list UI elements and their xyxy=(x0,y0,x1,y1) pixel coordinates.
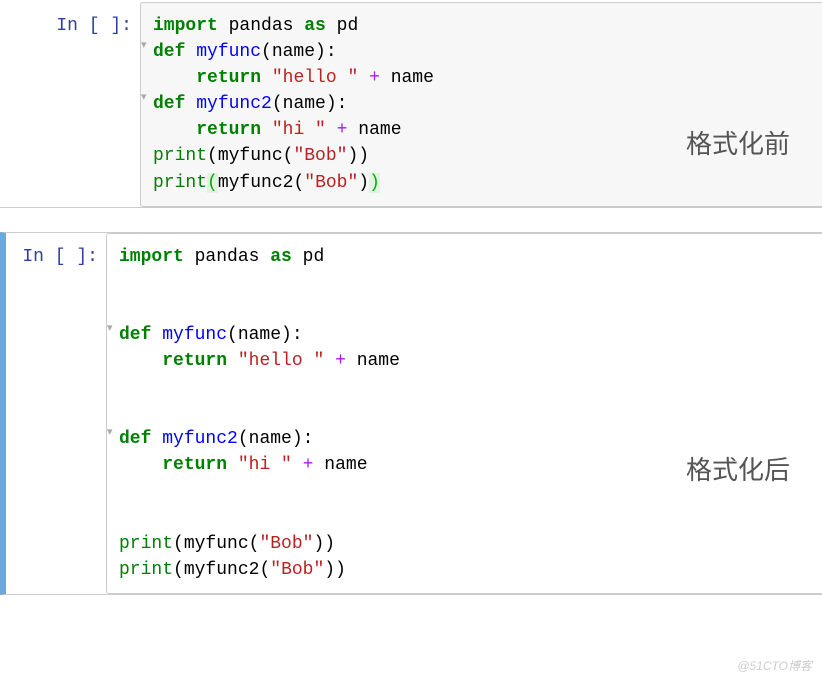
blank-line[interactable] xyxy=(119,374,810,400)
string-literal: "hi " xyxy=(272,120,326,140)
keyword: import xyxy=(153,16,218,36)
code-line[interactable]: ▾def myfunc(name): xyxy=(153,39,810,65)
paren: ) xyxy=(347,146,358,166)
keyword: as xyxy=(304,16,326,36)
variable: name xyxy=(358,120,401,140)
blank-line[interactable] xyxy=(119,296,810,322)
paren: ) xyxy=(324,534,335,554)
code-line[interactable]: print(myfunc("Bob")) xyxy=(119,531,810,557)
function-call: myfunc2 xyxy=(218,173,294,193)
keyword: as xyxy=(270,247,292,267)
params: (name): xyxy=(238,429,314,449)
string-literal: "Bob" xyxy=(259,534,313,554)
paren: ( xyxy=(283,146,294,166)
string-literal: "Bob" xyxy=(304,173,358,193)
code-line[interactable]: ▾def myfunc2(name): xyxy=(153,91,810,117)
operator: + xyxy=(303,455,314,475)
code-editor[interactable]: import pandas as pd ▾def myfunc(name): r… xyxy=(140,2,822,207)
keyword: def xyxy=(153,42,185,62)
paren: ) xyxy=(335,560,346,580)
alias: pd xyxy=(303,247,325,267)
keyword: def xyxy=(119,325,151,345)
paren: ( xyxy=(207,146,218,166)
variable: name xyxy=(324,455,367,475)
paren: ( xyxy=(173,560,184,580)
builtin: print xyxy=(119,534,173,554)
paren: ) xyxy=(358,173,369,193)
code-line[interactable]: return "hello " + name xyxy=(119,348,810,374)
code-line[interactable]: ▾def myfunc2(name): xyxy=(119,426,810,452)
function-name: myfunc2 xyxy=(196,94,272,114)
operator: + xyxy=(369,68,380,88)
variable: name xyxy=(391,68,434,88)
string-literal: "Bob" xyxy=(270,560,324,580)
paren: ) xyxy=(324,560,335,580)
label-after: 格式化后 xyxy=(686,450,790,487)
builtin: print xyxy=(153,146,207,166)
fold-arrow-icon[interactable]: ▾ xyxy=(141,39,147,55)
params: (name): xyxy=(272,94,348,114)
keyword: return xyxy=(162,351,227,371)
paren-match: ) xyxy=(369,173,380,193)
paren: ( xyxy=(173,534,184,554)
params: (name): xyxy=(261,42,337,62)
variable: name xyxy=(357,351,400,371)
code-cell-after: In [ ]: import pandas as pd ▾def myfunc(… xyxy=(0,232,822,595)
keyword: return xyxy=(162,455,227,475)
function-name: myfunc xyxy=(196,42,261,62)
code-cell-before: In [ ]: import pandas as pd ▾def myfunc(… xyxy=(0,2,822,208)
keyword: def xyxy=(119,429,151,449)
string-literal: "hello " xyxy=(238,351,324,371)
paren: ( xyxy=(249,534,260,554)
params: (name): xyxy=(227,325,303,345)
paren: ( xyxy=(293,173,304,193)
alias: pd xyxy=(337,16,359,36)
function-call: myfunc xyxy=(184,534,249,554)
builtin: print xyxy=(119,560,173,580)
module-name: pandas xyxy=(229,16,294,36)
prompt-text: In [ ]: xyxy=(56,16,132,36)
prompt-text: In [ ]: xyxy=(22,247,98,267)
code-line[interactable]: import pandas as pd xyxy=(153,13,810,39)
function-name: myfunc2 xyxy=(162,429,238,449)
function-name: myfunc xyxy=(162,325,227,345)
paren: ) xyxy=(313,534,324,554)
module-name: pandas xyxy=(195,247,260,267)
paren-match: ( xyxy=(207,173,218,193)
fold-arrow-icon[interactable]: ▾ xyxy=(141,91,147,107)
operator: + xyxy=(335,351,346,371)
blank-line[interactable] xyxy=(119,270,810,296)
string-literal: "hello " xyxy=(272,68,358,88)
input-prompt: In [ ]: xyxy=(0,2,140,207)
code-line[interactable]: ▾def myfunc(name): xyxy=(119,322,810,348)
string-literal: "hi " xyxy=(238,455,292,475)
operator: + xyxy=(337,120,348,140)
code-line[interactable]: print(myfunc2("Bob")) xyxy=(153,170,810,196)
builtin: print xyxy=(153,173,207,193)
watermark: @51CTO博客 xyxy=(737,657,812,674)
code-editor[interactable]: import pandas as pd ▾def myfunc(name): r… xyxy=(106,233,822,594)
keyword: return xyxy=(196,68,261,88)
paren: ( xyxy=(259,560,270,580)
keyword: return xyxy=(196,120,261,140)
label-before: 格式化前 xyxy=(686,124,790,161)
fold-arrow-icon[interactable]: ▾ xyxy=(107,322,113,338)
code-line[interactable]: return "hello " + name xyxy=(153,65,810,91)
code-line[interactable]: import pandas as pd xyxy=(119,244,810,270)
function-call: myfunc xyxy=(218,146,283,166)
keyword: import xyxy=(119,247,184,267)
blank-line[interactable] xyxy=(119,505,810,531)
string-literal: "Bob" xyxy=(293,146,347,166)
function-call: myfunc2 xyxy=(184,560,260,580)
paren: ) xyxy=(358,146,369,166)
input-prompt: In [ ]: xyxy=(6,233,106,594)
fold-arrow-icon[interactable]: ▾ xyxy=(107,426,113,442)
keyword: def xyxy=(153,94,185,114)
blank-line[interactable] xyxy=(119,400,810,426)
code-line[interactable]: print(myfunc2("Bob")) xyxy=(119,557,810,583)
